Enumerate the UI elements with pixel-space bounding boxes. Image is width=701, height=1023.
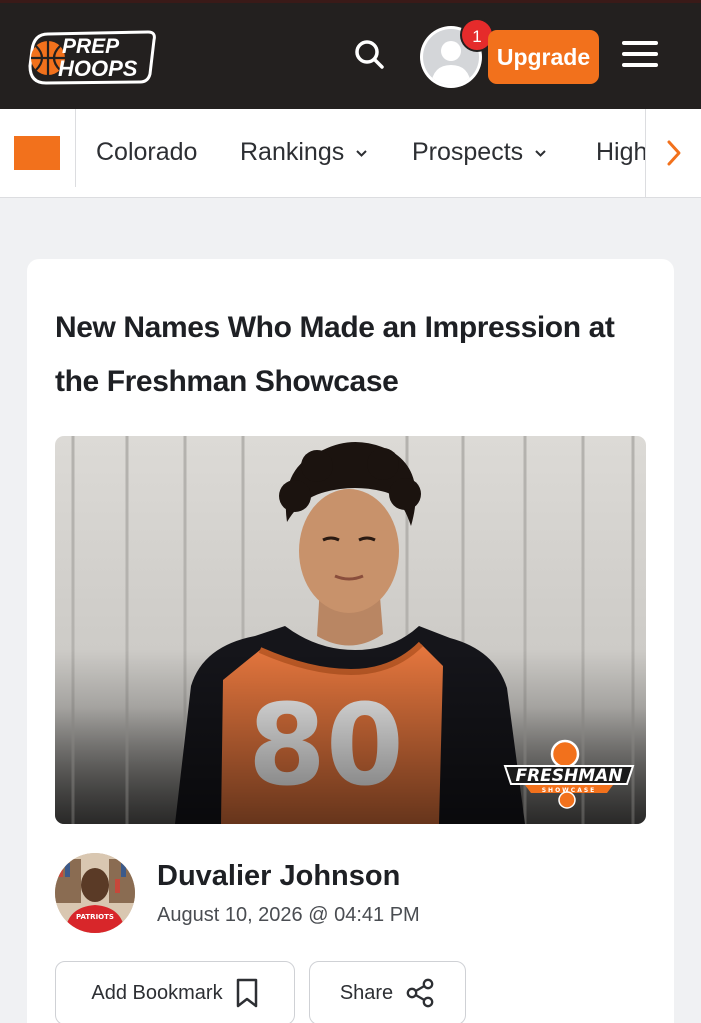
svg-text:HOOPS: HOOPS — [58, 56, 138, 81]
prep-hoops-logo[interactable]: PREP HOOPS — [26, 28, 160, 86]
bookmark-icon — [236, 978, 257, 1008]
article-card: New Names Who Made an Impression at the … — [27, 259, 674, 1023]
chevron-down-icon — [535, 110, 546, 196]
nav-item-label: High — [596, 138, 648, 166]
chevron-down-icon — [356, 110, 367, 196]
nav-item-colorado[interactable]: Colorado — [96, 109, 198, 197]
author-avatar[interactable]: PATRIOTS — [55, 853, 135, 933]
author-name[interactable]: Duvalier Johnson — [157, 860, 400, 893]
publish-date: August 10, 2026 @ 04:41 PM — [157, 904, 420, 926]
sub-navigation: Colorado Rankings Prospects High — [0, 109, 701, 198]
article-hero-image[interactable]: 80 FRESHMAN SHOWCASE — [55, 436, 646, 824]
nav-item-rankings[interactable]: Rankings — [240, 109, 367, 197]
nav-item-label: Prospects — [412, 138, 524, 166]
nav-divider — [75, 109, 76, 187]
add-bookmark-button[interactable]: Add Bookmark — [55, 961, 295, 1023]
nav-item-label: Colorado — [96, 138, 198, 166]
top-bar: PREP HOOPS 1 Upgrade — [0, 0, 701, 109]
hamburger-menu-icon[interactable] — [622, 41, 658, 71]
svg-text:PREP: PREP — [62, 35, 120, 58]
share-label: Share — [339, 981, 394, 1004]
upgrade-button[interactable]: Upgrade — [488, 30, 599, 84]
chevron-right-icon — [667, 140, 681, 166]
user-avatar[interactable]: 1 — [420, 18, 494, 88]
article-title: New Names Who Made an Impression at the … — [55, 311, 615, 398]
nav-item-prospects[interactable]: Prospects — [412, 109, 546, 197]
nav-scroll-next[interactable] — [645, 109, 701, 197]
share-button[interactable]: Share — [309, 961, 466, 1023]
svg-text:FRESHMAN: FRESHMAN — [515, 766, 622, 786]
state-flag-icon[interactable] — [14, 136, 60, 170]
nav-item-label: Rankings — [240, 138, 345, 166]
search-icon[interactable] — [350, 35, 390, 75]
add-bookmark-label: Add Bookmark — [91, 981, 223, 1004]
svg-text:PATRIOTS: PATRIOTS — [76, 913, 114, 921]
nav-item-high[interactable]: High — [596, 109, 648, 197]
share-icon — [406, 978, 434, 1008]
